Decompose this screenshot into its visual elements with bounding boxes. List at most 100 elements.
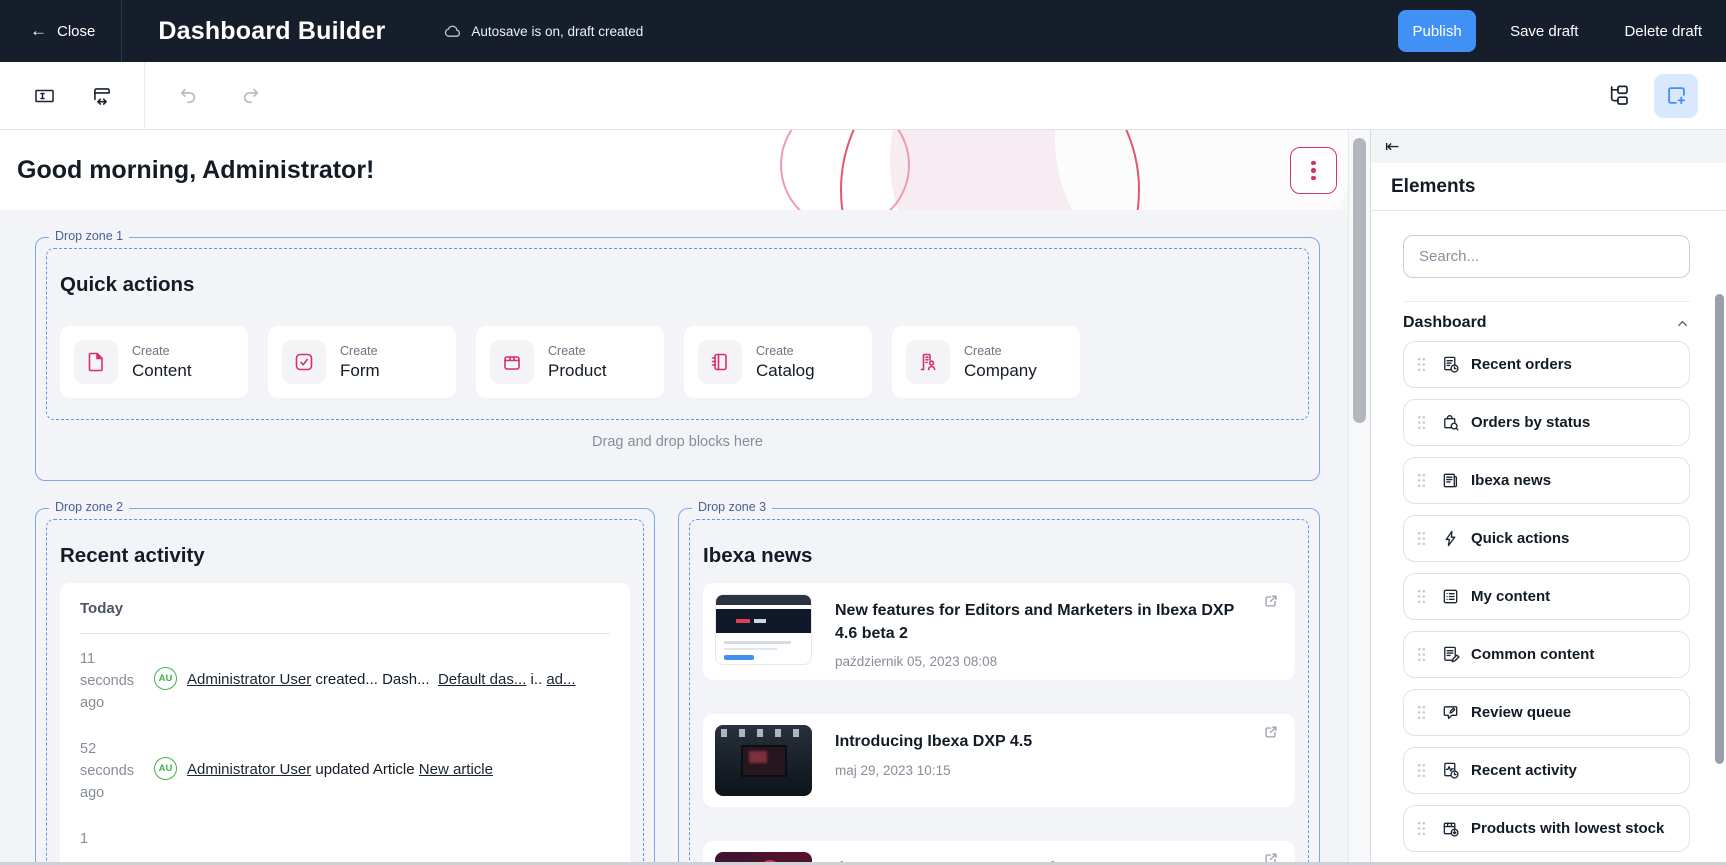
delete-draft-button[interactable]: Delete draft	[1624, 23, 1702, 40]
undo-button[interactable]	[167, 76, 207, 116]
element-item-products-lowest-stock[interactable]: Products with lowest stock	[1403, 805, 1690, 852]
element-label: Orders by status	[1471, 414, 1590, 431]
back-arrow-icon: ←	[30, 21, 47, 41]
drag-handle-icon[interactable]	[1417, 531, 1426, 546]
product-package-icon	[490, 340, 534, 384]
add-block-icon	[1664, 83, 1689, 108]
drop-zone-3[interactable]: Drop zone 3 Ibexa news New features for …	[678, 508, 1320, 865]
element-item-ibexa-news[interactable]: Ibexa news	[1403, 457, 1690, 504]
close-button[interactable]: ← Close	[0, 0, 121, 62]
header-context-menu-button[interactable]	[1290, 147, 1337, 194]
drag-handle-icon[interactable]	[1417, 763, 1426, 778]
element-item-review-queue[interactable]: Review queue	[1403, 689, 1690, 736]
window-width-tool-button[interactable]	[82, 76, 122, 116]
recent-activity-title: Recent activity	[60, 544, 630, 568]
drag-handle-icon[interactable]	[1417, 705, 1426, 720]
publish-button[interactable]: Publish	[1398, 10, 1476, 52]
document-list-icon	[1441, 587, 1460, 606]
ibexa-news-title: Ibexa news	[703, 544, 1295, 568]
news-card[interactable]: Introducing Ibexa DXP 4.5 maj 29, 2023 1…	[703, 714, 1295, 807]
dashboard-header-band: Good morning, Administrator!	[0, 130, 1348, 210]
dashboard-canvas: Good morning, Administrator! Drop zone 1…	[0, 130, 1348, 865]
lightning-icon	[1441, 529, 1460, 548]
user-link[interactable]: Administrator User	[187, 761, 311, 778]
element-item-orders-by-status[interactable]: Orders by status	[1403, 399, 1690, 446]
drag-handle-icon[interactable]	[1417, 473, 1426, 488]
drop-hint-text: Drag and drop blocks here	[46, 420, 1309, 470]
main-scrollbar-thumb[interactable]	[1353, 138, 1366, 423]
redo-button[interactable]	[231, 76, 271, 116]
builder-toolbar	[0, 62, 1726, 130]
user-link[interactable]: Administrator User	[187, 671, 311, 688]
main-scrollbar	[1348, 130, 1370, 865]
drag-handle-icon[interactable]	[1417, 821, 1426, 836]
activity-time: 1	[80, 828, 146, 850]
catalog-notebook-icon	[698, 340, 742, 384]
news-card[interactable]: New features for Editors and Marketers i…	[703, 583, 1295, 680]
activity-row: 1	[80, 828, 610, 850]
cloud-icon	[443, 23, 462, 39]
external-link-icon[interactable]	[1263, 593, 1279, 609]
element-label: My content	[1471, 588, 1550, 605]
panel-scrollbar-thumb[interactable]	[1715, 294, 1724, 764]
bag-search-icon	[1441, 413, 1460, 432]
create-catalog-card[interactable]: Create Catalog	[684, 326, 872, 398]
element-item-quick-actions[interactable]: Quick actions	[1403, 515, 1690, 562]
chevron-up-icon[interactable]	[1675, 316, 1690, 331]
activity-clock-icon	[1441, 761, 1460, 780]
create-form-card[interactable]: Create Form	[268, 326, 456, 398]
element-item-recent-activity[interactable]: Recent activity	[1403, 747, 1690, 794]
create-label: Create	[132, 344, 192, 358]
drag-handle-icon[interactable]	[1417, 589, 1426, 604]
news-item-date: maj 29, 2023 10:15	[835, 763, 1032, 778]
orders-clock-icon	[1441, 355, 1460, 374]
elements-panel-title: Elements	[1371, 163, 1726, 210]
create-target: Company	[964, 361, 1037, 381]
content-link[interactable]: Default das...	[438, 671, 526, 688]
element-label: Recent orders	[1471, 356, 1572, 373]
form-check-icon	[282, 340, 326, 384]
field-tool-button[interactable]	[24, 76, 64, 116]
news-item-title[interactable]: Introducing Ibexa DXP 4.5	[835, 730, 1032, 753]
panel-top-strip: ⇤	[1371, 130, 1726, 163]
document-pen-icon	[1441, 645, 1460, 664]
news-thumbnail	[715, 594, 812, 665]
external-link-icon[interactable]	[1263, 724, 1279, 740]
app-title: Dashboard Builder	[158, 17, 385, 46]
create-company-card[interactable]: Create Company	[892, 326, 1080, 398]
close-label: Close	[57, 23, 95, 40]
ibexa-news-block[interactable]: Ibexa news New features for Editors and …	[689, 519, 1309, 865]
dashboard-section-header[interactable]: Dashboard	[1403, 301, 1690, 332]
add-block-tool-button[interactable]	[1654, 74, 1698, 118]
create-content-card[interactable]: Create Content	[60, 326, 248, 398]
topbar-divider	[121, 0, 122, 62]
collapse-panel-icon[interactable]: ⇤	[1385, 138, 1399, 155]
news-item-title[interactable]: New features for Editors and Marketers i…	[835, 599, 1255, 645]
content-link[interactable]: New article	[419, 761, 493, 778]
drop-zone-2[interactable]: Drop zone 2 Recent activity Today 11 sec…	[35, 508, 655, 865]
drag-handle-icon[interactable]	[1417, 357, 1426, 372]
recent-activity-block[interactable]: Recent activity Today 11 seconds ago AU …	[46, 519, 644, 865]
recent-activity-card: Today 11 seconds ago AU Administrator Us…	[60, 583, 630, 865]
element-item-my-content[interactable]: My content	[1403, 573, 1690, 620]
create-product-card[interactable]: Create Product	[476, 326, 664, 398]
content-link[interactable]: ad...	[546, 671, 575, 688]
create-label: Create	[340, 344, 380, 358]
elements-search-input[interactable]	[1403, 235, 1690, 278]
drop-zone-1[interactable]: Drop zone 1 Quick actions	[35, 237, 1320, 481]
save-draft-button[interactable]: Save draft	[1510, 23, 1578, 40]
activity-time: 11 seconds ago	[80, 648, 146, 714]
activity-row: 52 seconds ago AU Administrator User upd…	[80, 738, 610, 804]
company-building-icon	[906, 340, 950, 384]
divider	[80, 633, 610, 634]
drag-handle-icon[interactable]	[1417, 647, 1426, 662]
box-clock-icon	[1441, 819, 1460, 838]
drag-handle-icon[interactable]	[1417, 415, 1426, 430]
create-label: Create	[964, 344, 1037, 358]
element-item-recent-orders[interactable]: Recent orders	[1403, 341, 1690, 388]
element-item-common-content[interactable]: Common content	[1403, 631, 1690, 678]
structure-view-button[interactable]	[1598, 76, 1638, 116]
elements-list: Recent orders Orders by status	[1371, 332, 1726, 865]
element-label: Ibexa news	[1471, 472, 1551, 489]
quick-actions-block[interactable]: Quick actions Create Conten	[46, 248, 1309, 420]
